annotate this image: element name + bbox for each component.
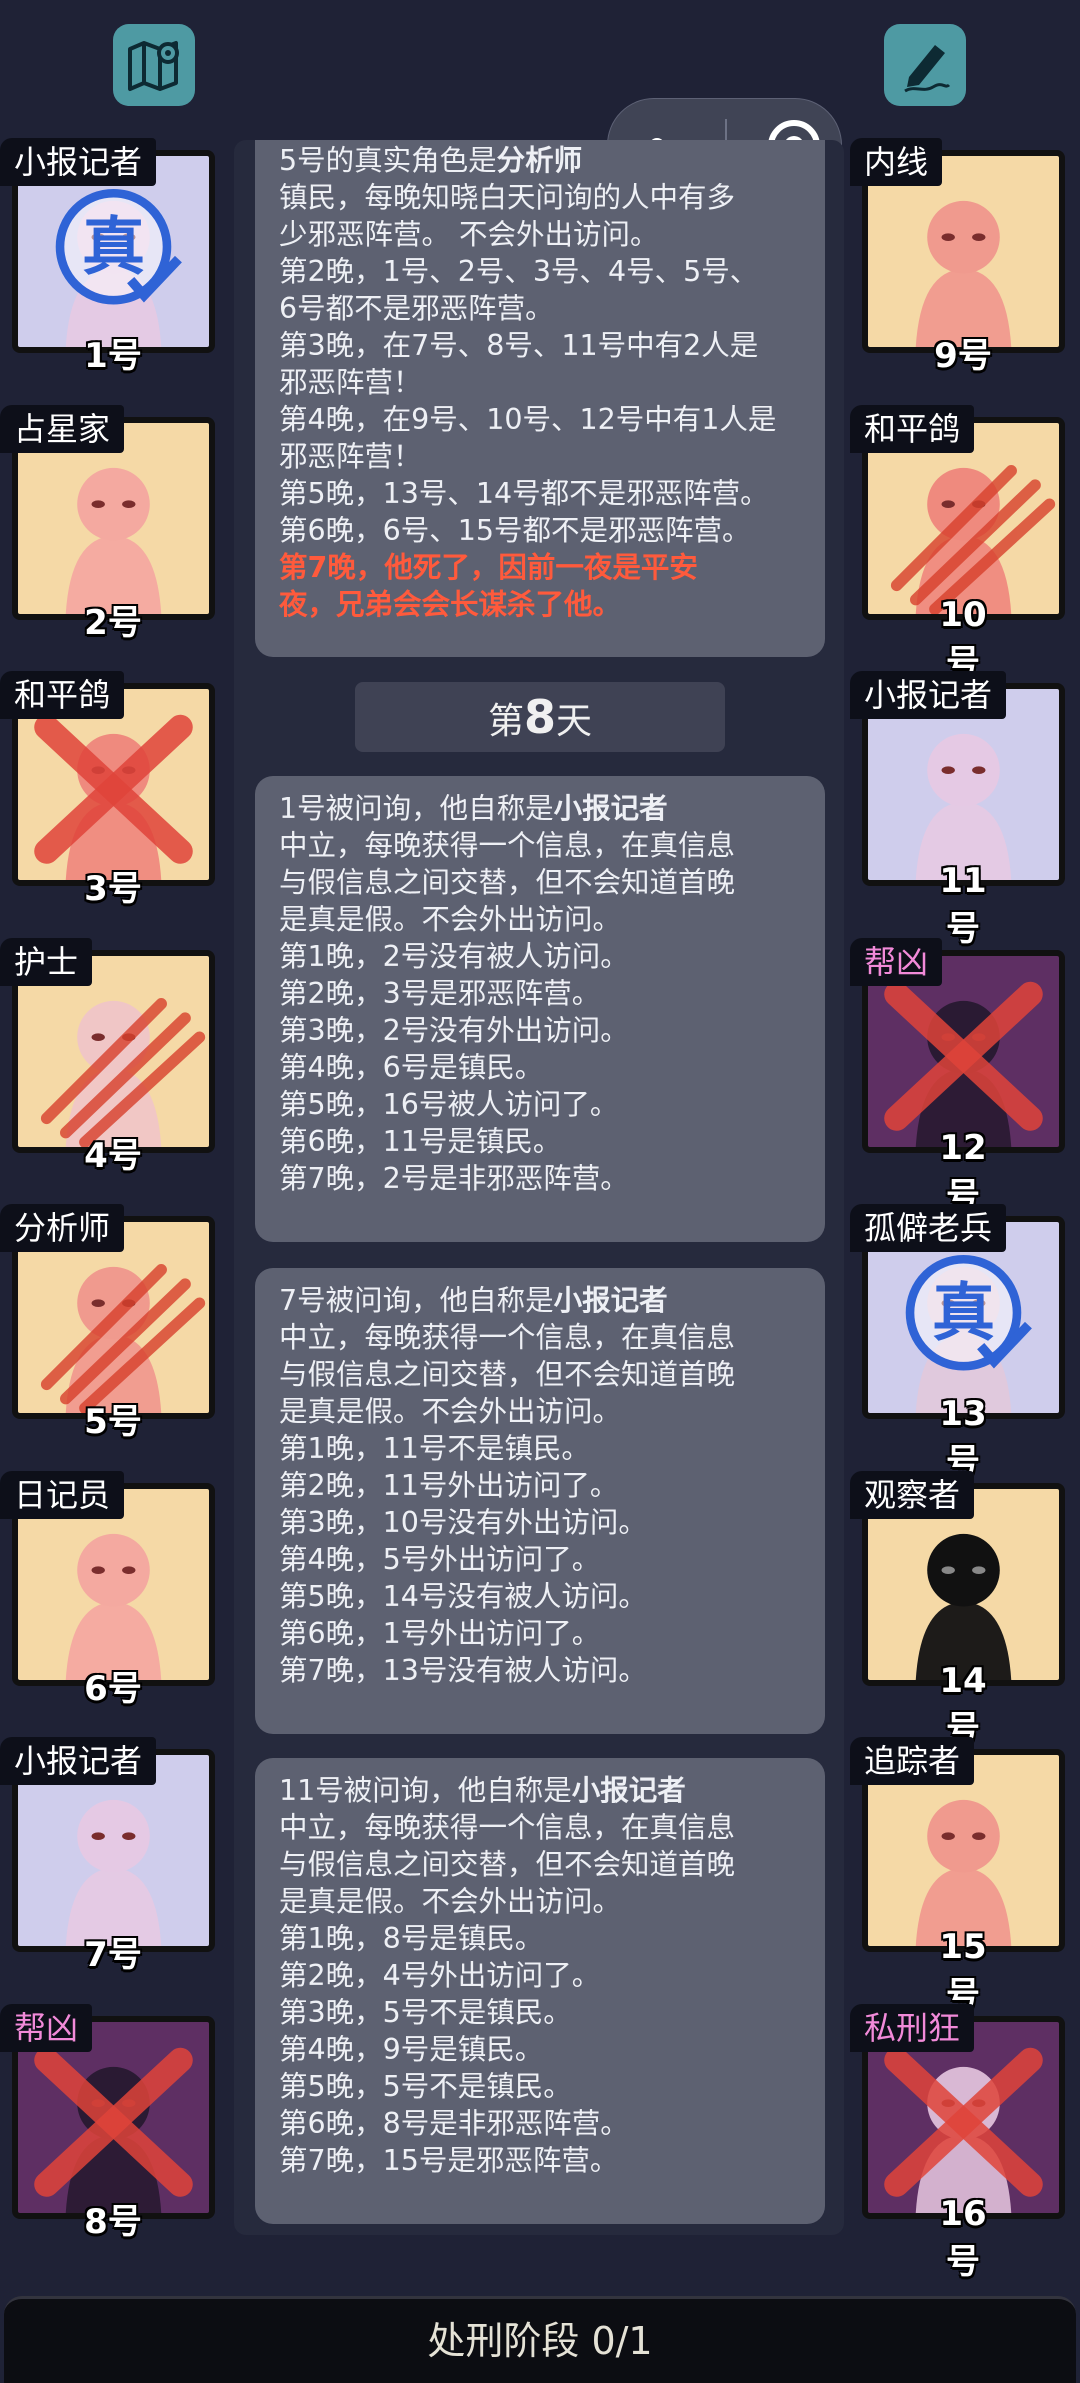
message-role: 小报记者 <box>553 792 668 825</box>
message-line: 第2晚，11号外出访问了。 <box>279 1469 619 1502</box>
role-label: 日记员 <box>0 1470 125 1519</box>
message-line: 第1晚，2号没有被人访问。 <box>279 940 629 973</box>
role-label: 小报记者 <box>0 138 157 186</box>
message-line: 是真是假。不会外出访问。 <box>279 903 622 936</box>
message-lead: 7号被问询，他自称是 <box>279 1284 554 1317</box>
player-number: 9号 <box>934 336 992 376</box>
message-role: 分析师 <box>496 144 583 177</box>
player-number: 15号 <box>939 1927 987 2015</box>
role-label: 私刑狂 <box>850 2003 975 2052</box>
message-line: 邪恶阵营！ <box>279 366 422 399</box>
true-stamp-text: 真 <box>932 1276 995 1350</box>
true-stamp-text: 真 <box>82 210 145 284</box>
execution-phase-button[interactable]: 处刑阶段 0/1 <box>4 2296 1076 2383</box>
message-line: 第5晚，16号被人访问了。 <box>279 1088 619 1121</box>
message-line: 第5晚，14号没有被人访问。 <box>279 1580 647 1613</box>
log-message-analyst-result: 5号的真实角色是分析师 镇民，每晚知晓白天问询的人中有多 少邪恶阵营。 不会外出… <box>255 140 825 657</box>
message-line: 第7晚，13号没有被人访问。 <box>279 1654 647 1687</box>
message-line: 第1晚，8号是镇民。 <box>279 1922 544 1955</box>
role-label: 和平鸽 <box>850 404 975 453</box>
message-role: 小报记者 <box>571 1774 686 1807</box>
message-line: 第6晚，8号是非邪恶阵营。 <box>279 2107 629 2140</box>
message-line: 是真是假。不会外出访问。 <box>279 1395 622 1428</box>
role-label: 分析师 <box>0 1204 125 1252</box>
notes-button[interactable] <box>884 24 966 106</box>
message-line: 第4晚，6号是镇民。 <box>279 1051 544 1084</box>
message-line: 镇民，每晚知晓白天问询的人中有多 <box>279 181 736 214</box>
role-label: 护士 <box>0 937 93 986</box>
message-line: 与假信息之间交替，但不会知道首晚 <box>279 1848 736 1881</box>
player-number: 8号 <box>84 2201 142 2242</box>
message-line: 中立，每晚获得一个信息，在真信息 <box>279 1321 736 1354</box>
true-stamp: 真 <box>905 1254 1032 1371</box>
message-line: 第6晚，11号是镇民。 <box>279 1125 562 1158</box>
player-number: 13号 <box>939 1394 987 1482</box>
player-number: 6号 <box>84 1668 142 1709</box>
message-line: 第4晚，5号外出访问了。 <box>279 1543 601 1576</box>
role-label: 内线 <box>850 138 943 186</box>
message-line: 邪恶阵营！ <box>279 440 422 473</box>
log-message-7: 7号被问询，他自称是小报记者 中立，每晚获得一个信息，在真信息 与假信息之间交替… <box>255 1268 825 1734</box>
message-line: 第3晚，10号没有外出访问。 <box>279 1506 647 1539</box>
day-number: 8 <box>523 690 556 744</box>
message-line: 6号都不是邪恶阵营。 <box>279 292 554 325</box>
player-number: 5号 <box>84 1402 142 1442</box>
message-line: 第1晚，11号不是镇民。 <box>279 1432 590 1465</box>
message-line: 第3晚，2号没有外出访问。 <box>279 1014 629 1047</box>
map-pin-icon <box>128 41 179 91</box>
message-role: 小报记者 <box>553 1284 668 1317</box>
role-label: 小报记者 <box>850 671 1007 719</box>
message-line: 第6晚，1号外出访问了。 <box>279 1617 601 1650</box>
player-number: 1号 <box>84 336 142 376</box>
message-line: 中立，每晚获得一个信息，在真信息 <box>279 1811 736 1844</box>
message-line: 第2晚，4号外出访问了。 <box>279 1959 601 1992</box>
message-lead: 5号的真实角色是 <box>279 144 497 177</box>
role-label: 和平鸽 <box>0 671 125 719</box>
message-line: 第6晚，6号、15号都不是邪恶阵营。 <box>279 514 751 547</box>
player-number: 16号 <box>939 2193 987 2282</box>
message-line: 第3晚，5号不是镇民。 <box>279 1996 572 2029</box>
role-label: 帮凶 <box>850 937 943 986</box>
player-number: 11号 <box>939 861 987 949</box>
player-number: 3号 <box>84 869 142 909</box>
player-number: 2号 <box>84 602 142 643</box>
message-line: 第2晚，1号、2号、3号、4号、5号、 <box>279 255 759 288</box>
message-line: 第4晚，在9号、10号、12号中有1人是 <box>279 403 777 436</box>
message-line: 第5晚，13号、14号都不是邪恶阵营。 <box>279 477 769 510</box>
death-notice-line: 夜，兄弟会会长谋杀了他。 <box>279 588 622 621</box>
role-label: 小报记者 <box>0 1737 157 1785</box>
message-line: 第7晚，2号是非邪恶阵营。 <box>279 1162 629 1195</box>
true-stamp: 真 <box>55 188 182 305</box>
log-message-1: 1号被问询，他自称是小报记者 中立，每晚获得一个信息，在真信息 与假信息之间交替… <box>255 776 825 1242</box>
role-label: 帮凶 <box>0 2003 93 2052</box>
message-line: 第5晚，5号不是镇民。 <box>279 2070 572 2103</box>
message-line: 是真是假。不会外出访问。 <box>279 1885 622 1918</box>
message-line: 与假信息之间交替，但不会知道首晚 <box>279 1358 736 1391</box>
day-header: 第8天 <box>355 682 725 752</box>
message-line: 中立，每晚获得一个信息，在真信息 <box>279 829 736 862</box>
message-line: 第2晚，3号是邪恶阵营。 <box>279 977 601 1010</box>
role-label: 占星家 <box>0 404 125 453</box>
message-lead: 1号被问询，他自称是 <box>279 792 554 825</box>
map-button[interactable] <box>113 24 195 106</box>
message-line: 第4晚，9号是镇民。 <box>279 2033 544 2066</box>
player-number: 4号 <box>84 1135 142 1176</box>
message-line: 第7晚，15号是邪恶阵营。 <box>279 2144 619 2177</box>
role-label: 孤僻老兵 <box>850 1204 1007 1252</box>
message-line: 与假信息之间交替，但不会知道首晚 <box>279 866 736 899</box>
message-line: 第3晚，在7号、8号、11号中有2人是 <box>279 329 759 362</box>
phase-label: 处刑阶段 0/1 <box>427 2319 653 2363</box>
death-notice-line: 第7晚，他死了，因前一夜是平安 <box>279 551 698 584</box>
player-number: 7号 <box>84 1935 142 1975</box>
message-line: 少邪恶阵营。 不会外出访问。 <box>279 218 659 251</box>
log-message-11: 11号被问询，他自称是小报记者 中立，每晚获得一个信息，在真信息 与假信息之间交… <box>255 1758 825 2224</box>
pen-icon <box>904 45 951 93</box>
message-lead: 11号被问询，他自称是 <box>279 1774 572 1807</box>
role-label: 追踪者 <box>850 1737 975 1785</box>
role-label: 观察者 <box>850 1470 975 1519</box>
